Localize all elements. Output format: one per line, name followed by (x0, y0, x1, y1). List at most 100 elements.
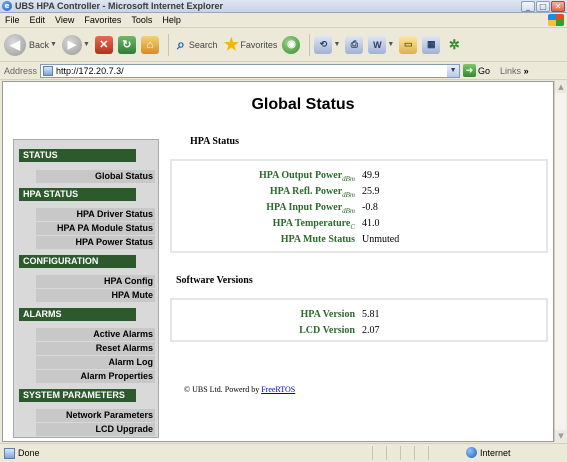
windows-logo-icon (548, 14, 564, 26)
status-row-mute-status: HPA Mute Status Unmuted (172, 233, 546, 246)
status-value: 49.9 (362, 170, 380, 181)
search-button[interactable]: ⌕ Search (173, 34, 217, 56)
menu-file[interactable]: File (0, 15, 25, 25)
status-row-input-power: HPA Input PowerdBm -0.8 (172, 201, 546, 215)
toolbar-divider (309, 33, 311, 56)
status-panes (372, 446, 442, 460)
status-label: HPA Output Power (259, 170, 343, 181)
go-button[interactable]: ➜ Go (463, 64, 490, 77)
media-button[interactable]: ◉ (282, 35, 301, 54)
links-button[interactable]: Links » (500, 66, 529, 76)
freertos-link[interactable]: FreeRTOS (261, 385, 295, 394)
sidebar-item-alarm-properties[interactable]: Alarm Properties (36, 370, 155, 383)
back-button[interactable]: ◀ Back ▼ (4, 33, 57, 56)
home-button[interactable]: ⌂ (140, 35, 159, 54)
research-button[interactable]: ▦ (422, 35, 441, 54)
sidebar-item-lcd-upgrade[interactable]: LCD Upgrade (36, 423, 155, 436)
sidebar-item-reset-alarms[interactable]: Reset Alarms (36, 342, 155, 355)
sidebar-item-active-alarms[interactable]: Active Alarms (36, 328, 155, 341)
version-value: 2.07 (362, 325, 380, 336)
sidebar-item-global-status[interactable]: Global Status (36, 170, 155, 183)
address-input[interactable]: http://172.20.7.3/ ▼ (40, 63, 461, 78)
print-icon: ⎙ (345, 35, 364, 54)
star-icon: ★ (223, 34, 240, 54)
close-button[interactable]: ✕ (551, 1, 565, 12)
refresh-icon: ↻ (117, 35, 136, 54)
scroll-down-icon[interactable]: ▼ (555, 430, 567, 442)
forward-arrow-icon: ▶ (61, 34, 82, 55)
messenger-icon: ✲ (448, 36, 460, 52)
page-viewport: Global Status STATUS Global Status HPA S… (2, 81, 554, 442)
address-label: Address (4, 65, 38, 76)
status-row-refl-power: HPA Refl. PowerdBm 25.9 (172, 185, 546, 199)
status-text: Done (18, 448, 40, 458)
stop-icon: ✕ (94, 35, 113, 54)
status-label: HPA Refl. Power (269, 186, 343, 197)
version-label: LCD Version (299, 325, 355, 336)
zone-label: Internet (480, 447, 511, 458)
status-value: Unmuted (362, 234, 400, 245)
edit-button[interactable]: W ▼ (368, 35, 395, 54)
sidebar-header-configuration: CONFIGURATION (19, 255, 136, 268)
print-button[interactable]: ⎙ (345, 35, 364, 54)
toolbar: ◀ Back ▼ ▶ ▼ ✕ ↻ ⌂ ⌕ Search ★ Favorites … (0, 28, 567, 62)
unit-label: dBm (342, 191, 355, 199)
sidebar-item-hpa-power-status[interactable]: HPA Power Status (36, 236, 155, 249)
menu-help[interactable]: Help (157, 15, 186, 25)
maximize-button[interactable]: □ (536, 1, 550, 12)
folder-button[interactable]: ▭ (399, 35, 418, 54)
version-value: 5.81 (362, 309, 380, 320)
sidebar-item-hpa-driver-status[interactable]: HPA Driver Status (36, 208, 155, 221)
sidebar-header-alarms: ALARMS (19, 308, 136, 321)
version-row-lcd: LCD Version 2.07 (172, 324, 546, 337)
unit-label: C (350, 223, 355, 231)
page-title: Global Status (251, 96, 355, 113)
vertical-scrollbar[interactable]: ▲ ▼ (554, 81, 567, 442)
globe-icon (466, 447, 477, 458)
security-zone: Internet (466, 447, 511, 458)
sidebar-item-alarm-log[interactable]: Alarm Log (36, 356, 155, 369)
status-row-output-power: HPA Output PowerdBm 49.9 (172, 169, 546, 183)
sidebar-item-network-parameters[interactable]: Network Parameters (36, 409, 155, 422)
status-value: 25.9 (362, 186, 380, 197)
menu-tools[interactable]: Tools (126, 15, 157, 25)
sidebar-header-system-parameters: SYSTEM PARAMETERS (19, 389, 136, 402)
status-value: -0.8 (362, 202, 378, 213)
sidebar-header-status: STATUS (19, 149, 136, 162)
status-label: HPA Mute Status (280, 234, 355, 245)
favorites-button[interactable]: ★ Favorites (222, 34, 278, 56)
chevron-right-icon: » (523, 65, 529, 76)
back-arrow-icon: ◀ (4, 33, 26, 56)
page-footer: © UBS Ltd. Powerd by FreeRTOS (184, 385, 295, 394)
hpa-status-heading: HPA Status (190, 136, 239, 147)
status-value: 41.0 (362, 218, 380, 229)
menu-bar: File Edit View Favorites Tools Help (0, 13, 567, 28)
menu-favorites[interactable]: Favorites (79, 15, 126, 25)
status-row-temperature: HPA TemperatureC 41.0 (172, 217, 546, 231)
history-icon: ⟲ (314, 35, 333, 54)
window-title: UBS HPA Controller - Microsoft Internet … (15, 1, 224, 11)
refresh-button[interactable]: ↻ (117, 35, 136, 54)
folder-icon: ▭ (399, 35, 418, 54)
sidebar-item-hpa-mute[interactable]: HPA Mute (36, 289, 155, 302)
favorites-label: Favorites (240, 39, 278, 50)
version-row-hpa: HPA Version 5.81 (172, 308, 546, 321)
scroll-up-icon[interactable]: ▲ (555, 81, 567, 93)
messenger-button[interactable]: ✲ (445, 36, 463, 54)
forward-button[interactable]: ▶ ▼ (61, 34, 90, 55)
chevron-down-icon: ▼ (387, 41, 395, 48)
go-arrow-icon: ➜ (463, 64, 477, 77)
status-label: HPA Input Power (266, 202, 343, 213)
go-label: Go (478, 65, 491, 76)
chevron-down-icon[interactable]: ▼ (447, 64, 460, 77)
minimize-button[interactable]: _ (521, 1, 535, 12)
menu-edit[interactable]: Edit (25, 15, 51, 25)
status-bar: Done Internet (0, 443, 567, 462)
sidebar-item-hpa-pa-module-status[interactable]: HPA PA Module Status (36, 222, 155, 235)
history-button[interactable]: ⟲ ▼ (314, 35, 340, 54)
sidebar-item-hpa-config[interactable]: HPA Config (36, 275, 155, 288)
unit-label: dBm (342, 175, 355, 183)
status-label: HPA Temperature (272, 218, 351, 229)
menu-view[interactable]: View (50, 15, 79, 25)
stop-button[interactable]: ✕ (94, 35, 113, 54)
